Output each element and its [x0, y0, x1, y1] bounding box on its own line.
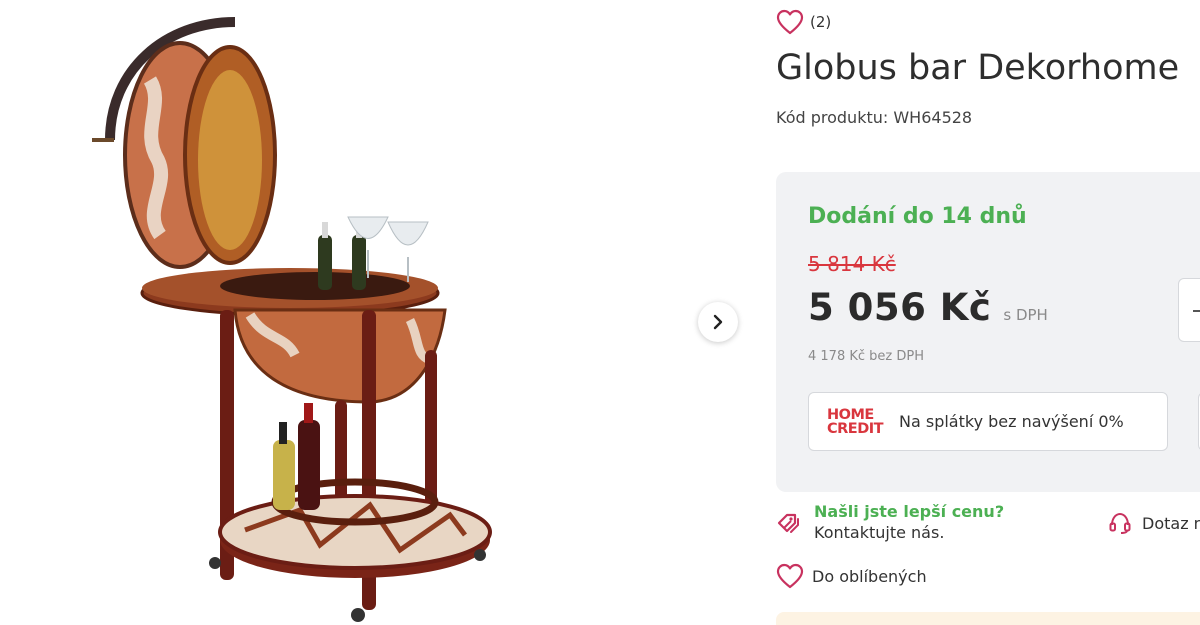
rating-row[interactable]: (2) — [776, 9, 831, 35]
wishlist-label: Do oblíbených — [812, 566, 927, 586]
product-code-label: Kód produktu: — [776, 108, 889, 127]
price-row: 5 056 Kč s DPH — [808, 286, 1048, 329]
heart-icon — [776, 563, 804, 589]
headset-icon — [1109, 512, 1131, 534]
page-title: Globus bar Dekorhome — [776, 48, 1180, 88]
delivery-info: Dodání do 14 dnů — [808, 204, 1027, 229]
better-price-text: Našli jste lepší cenu? Kontaktujte nás. — [814, 502, 1004, 542]
product-code: Kód produktu: WH64528 — [776, 108, 972, 127]
add-to-wishlist-button[interactable]: Do oblíbených — [776, 563, 927, 589]
minus-icon[interactable] — [1193, 310, 1200, 312]
product-image[interactable] — [70, 10, 530, 625]
ask-question-text: Dotaz n — [1142, 513, 1200, 533]
installment-text: Na splátky bez navýšení 0% — [899, 412, 1124, 431]
home-credit-logo-line2: CREDIT — [827, 420, 884, 437]
ask-question-link[interactable]: Dotaz n — [1108, 511, 1200, 535]
installment-button[interactable]: HOME CREDIT Na splátky bez navýšení 0% — [808, 392, 1168, 451]
quantity-stepper[interactable] — [1178, 278, 1200, 342]
better-price-title: Našli jste lepší cenu? — [814, 502, 1005, 521]
chevron-right-icon — [713, 314, 723, 330]
product-gallery — [0, 0, 738, 625]
better-price-link[interactable]: Našli jste lepší cenu? Kontaktujte nás. — [776, 502, 1004, 542]
home-credit-logo-line1: HOME — [827, 406, 874, 423]
price-tag-icon — [777, 513, 799, 533]
price-without-vat: 4 178 Kč bez DPH — [808, 349, 924, 364]
current-price: 5 056 Kč — [808, 286, 992, 329]
product-detail-page: (2) Globus bar Dekorhome Kód produktu: W… — [0, 0, 1200, 625]
better-price-subtitle: Kontaktujte nás. — [814, 523, 945, 542]
gallery-next-button[interactable] — [698, 302, 738, 342]
price-panel: Dodání do 14 dnů 5 814 Kč 5 056 Kč s DPH… — [776, 172, 1200, 492]
home-credit-logo: HOME CREDIT — [827, 406, 889, 437]
old-price: 5 814 Kč — [808, 252, 896, 276]
rating-count: (2) — [810, 13, 832, 31]
heart-icon — [776, 9, 804, 35]
product-code-value: WH64528 — [893, 108, 973, 127]
info-banner — [776, 612, 1200, 625]
vat-label: s DPH — [1003, 306, 1048, 324]
